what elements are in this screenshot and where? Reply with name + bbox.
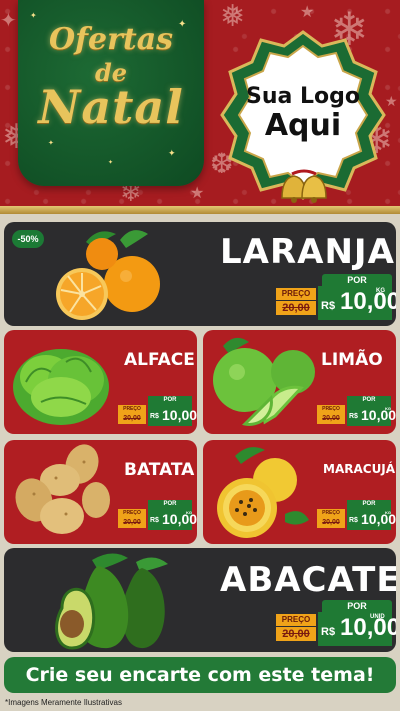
product-name: ALFACE [124, 350, 195, 370]
old-price: 20,00 [317, 414, 345, 424]
old-price: 20,00 [317, 518, 345, 528]
product-card-limao[interactable]: LIMÃO POR PREÇO 20,00 R$ 10,00 KG [203, 330, 396, 434]
preco-label: PREÇO [317, 405, 345, 414]
disclaimer-text: *Imagens Meramente Ilustrativas [5, 698, 122, 707]
product-name: MARACUJÁ [323, 462, 396, 476]
preco-label: PREÇO [317, 509, 345, 518]
price-block: POR PREÇO 20,00 R$ 10,00 KG [276, 274, 396, 320]
product-card-laranja[interactable]: -50% LARANJA POR PREÇO 20,00 R$ 10,00 KG [4, 222, 396, 326]
gold-divider [0, 206, 400, 214]
logo-text-line1: Sua Logo [245, 84, 360, 109]
star-icon: ★ [190, 183, 205, 202]
snowflake-icon: ✦ [0, 8, 17, 32]
price-block: POR PREÇO 20,00 R$ 10,00 [118, 396, 197, 426]
ofertas-de-natal-banner: ✦ ✦ ✦ ✦ ✦ Ofertas de Natal [18, 0, 204, 186]
preco-label: PREÇO [276, 288, 316, 300]
star-icon: ★ [300, 2, 315, 21]
por-label: POR [148, 500, 192, 509]
current-price: R$ 10,00 UNID [318, 612, 396, 646]
avocado-image [55, 553, 168, 650]
product-card-abacate[interactable]: ABACATE POR PREÇO 20,00 R$ 10,00 UNID [4, 548, 396, 652]
product-name: LARANJA [220, 232, 395, 272]
logo-text-line2: Aqui [264, 108, 342, 143]
lettuce-image [13, 349, 109, 425]
price-block: POR PREÇO 20,00 R$ 10,00 UNID [276, 600, 396, 646]
current-price: R$ 10,00 KG [318, 286, 396, 320]
por-label: POR [322, 600, 392, 612]
title-ofertas: Ofertas [48, 22, 174, 57]
product-name: LIMÃO [321, 350, 383, 370]
preco-label: PREÇO [118, 405, 146, 414]
price-block: POR PREÇO 20,00 R$ 10,00 KG [118, 500, 197, 530]
product-name: BATATA [124, 460, 195, 480]
por-label: POR [347, 396, 391, 405]
price-block: POR PREÇO 20,00 R$ 10,00 KG [317, 396, 396, 426]
passion-fruit-image [217, 447, 309, 538]
title-natal: Natal [38, 80, 184, 134]
old-price: 20,00 [118, 414, 146, 424]
product-name: ABACATE [220, 560, 396, 600]
cta-banner[interactable]: Crie seu encarte com este tema! [4, 657, 396, 693]
product-card-batata[interactable]: BATATA POR PREÇO 20,00 R$ 10,00 KG [4, 440, 197, 544]
sparkle-icon: ✦ [168, 149, 176, 159]
product-card-maracuja[interactable]: MARACUJÁ POR PREÇO 20,00 R$ 10,00 KG [203, 440, 396, 544]
old-price: 20,00 [276, 627, 316, 641]
sparkle-icon: ✦ [108, 159, 114, 166]
lime-image [213, 337, 315, 426]
old-price: 20,00 [276, 301, 316, 315]
sparkle-icon: ✦ [30, 11, 37, 20]
current-price: R$ 10,00 KG [148, 509, 197, 530]
discount-badge: -50% [12, 230, 44, 248]
current-price: R$ 10,00 KG [347, 509, 396, 530]
christmas-header: ❄ ❅ ❄ ❆ ❅ ❄ ✦ ★ ★ ★ ✦ ✦ ✦ ✦ ✦ Ofertas de… [0, 0, 400, 214]
por-label: POR [148, 396, 192, 405]
por-label: POR [347, 500, 391, 509]
christmas-bells-icon [281, 169, 327, 203]
snowflake-icon: ❅ [220, 0, 246, 34]
potato-image [15, 444, 110, 534]
sparkle-icon: ✦ [48, 139, 54, 147]
preco-label: PREÇO [276, 614, 316, 626]
price-block: POR PREÇO 20,00 R$ 10,00 KG [317, 500, 396, 530]
current-price: R$ 10,00 [148, 405, 197, 426]
por-label: POR [322, 274, 392, 286]
current-price: R$ 10,00 KG [347, 405, 396, 426]
orange-fruit-image [56, 230, 160, 320]
preco-label: PREÇO [118, 509, 146, 518]
product-card-alface[interactable]: ALFACE POR PREÇO 20,00 R$ 10,00 [4, 330, 197, 434]
old-price: 20,00 [118, 518, 146, 528]
logo-placeholder: Sua Logo Aqui [218, 30, 388, 203]
